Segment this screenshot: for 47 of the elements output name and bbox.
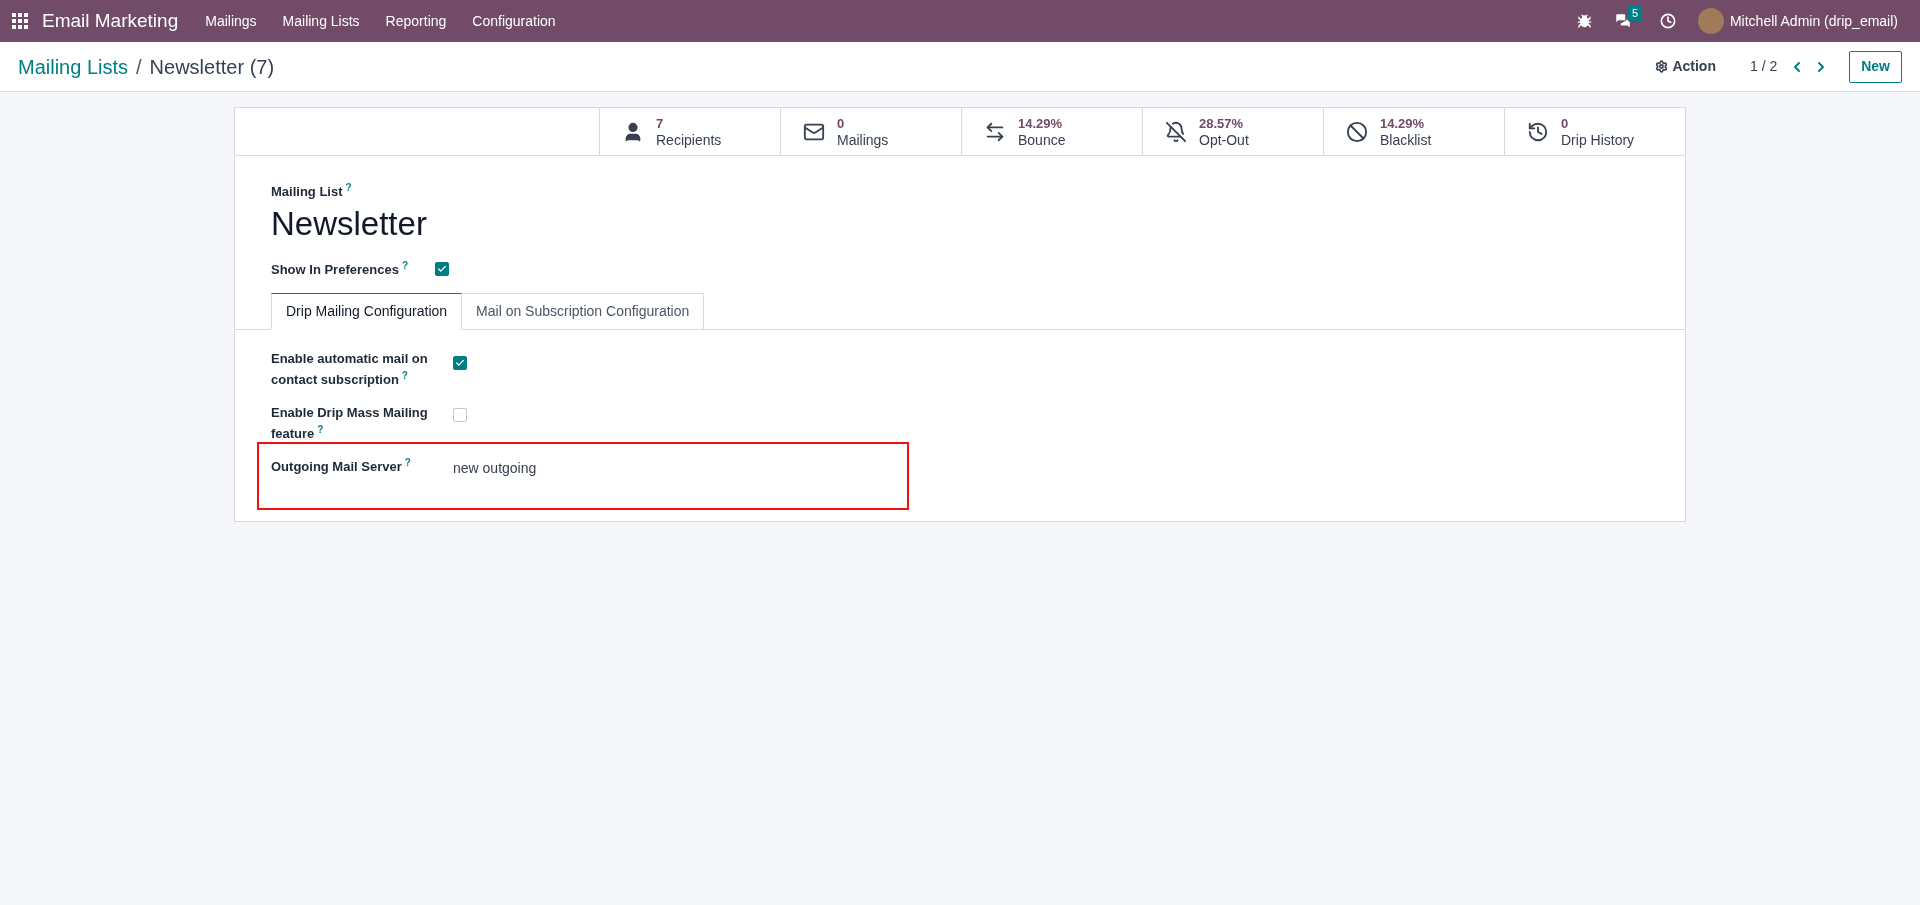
check-icon [437, 264, 447, 275]
stat-button[interactable]: 14.29% Bounce [961, 108, 1142, 155]
field-label: Outgoing Mail Server $^{?}$ [271, 456, 412, 476]
bell-off-icon [1165, 120, 1187, 143]
field-label: Show In Preferences $^{?}$ [271, 259, 409, 279]
tab[interactable]: Mail on Subscription Configuration [462, 293, 705, 330]
breadcrumb-current: Newsletter (7) [149, 54, 275, 80]
field-label: Enable Drip Mass Mailing feature $^{?}$ [271, 404, 429, 443]
stat-button[interactable]: 0 Drip History [1504, 108, 1685, 155]
app-name[interactable]: Email Marketing [42, 6, 179, 36]
menu-item[interactable]: Reporting [372, 10, 460, 32]
new-button[interactable]: New [1849, 50, 1902, 83]
menu-item[interactable]: Mailing Lists [269, 10, 373, 32]
field-value[interactable]: new outgoing [453, 458, 537, 479]
check-icon [455, 358, 465, 368]
menu-item[interactable]: Configuration [459, 10, 569, 32]
chat-icon[interactable] [1613, 12, 1632, 30]
tab[interactable]: Drip Mailing Configuration [271, 293, 463, 330]
checkbox[interactable] [453, 356, 467, 370]
action-button[interactable]: Action [1655, 56, 1716, 77]
record-name[interactable]: Newsletter [271, 203, 1649, 244]
pager-value[interactable]: 1 / 2 [1749, 56, 1778, 77]
help-mark[interactable]: ? [401, 370, 408, 381]
menu-item[interactable]: Mailings [192, 10, 270, 32]
history-icon [1527, 120, 1549, 143]
field-label: Mailing List $^{?}$ [271, 182, 353, 201]
stat-button[interactable]: 0 Mailings [780, 108, 961, 155]
help-mark[interactable]: ? [345, 182, 352, 193]
user-name[interactable]: Mitchell Admin (drip_email) [1729, 10, 1898, 32]
stat-button[interactable]: 7 Recipients [599, 108, 780, 155]
stat-button[interactable]: 14.29% Blacklist [1323, 108, 1504, 155]
checkbox[interactable] [453, 408, 467, 422]
help-mark[interactable]: ? [404, 457, 411, 468]
bug-icon[interactable] [1576, 13, 1592, 29]
checkbox[interactable] [435, 262, 449, 277]
message-count-badge: 5 [1627, 5, 1643, 22]
help-mark[interactable]: ? [401, 259, 408, 271]
gear-icon [1655, 60, 1669, 73]
arrows-icon [984, 120, 1006, 143]
field-label: Enable automatic mail on contact subscription $^{?}$ [271, 350, 429, 389]
stat-button[interactable]: 28.57% Opt-Out [1142, 108, 1323, 155]
app-grid-icon[interactable] [12, 13, 28, 29]
breadcrumb-separator: / [136, 54, 142, 80]
ban-icon [1346, 120, 1368, 143]
clock-icon[interactable] [1659, 13, 1676, 29]
breadcrumb-link[interactable]: Mailing Lists [18, 51, 129, 82]
help-mark[interactable]: ? [317, 424, 324, 435]
